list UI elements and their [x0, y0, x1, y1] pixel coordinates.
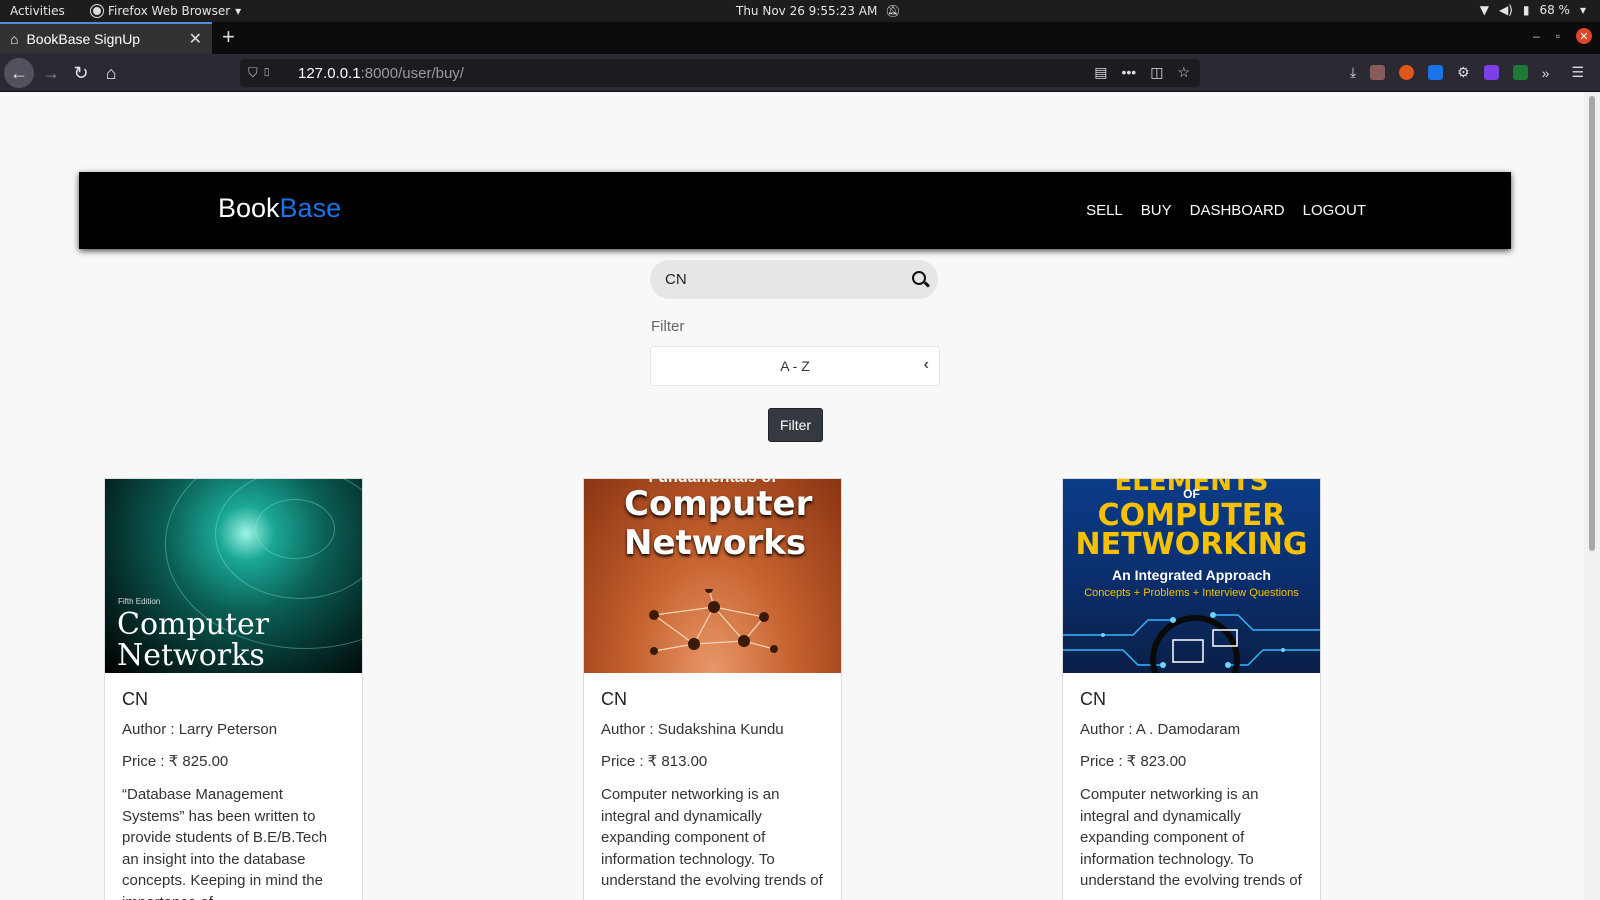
network-graph-illustration	[649, 589, 778, 655]
pocket-icon[interactable]: ◫	[1150, 64, 1163, 81]
cover-title: COMPUTER NETWORKING	[1075, 498, 1308, 562]
search-icon[interactable]	[912, 271, 926, 285]
book-cover-image[interactable]: Fundamentals of Computer Networks	[584, 479, 841, 673]
book-title: CN	[1080, 689, 1106, 709]
url-path: :8000/user/buy/	[360, 64, 464, 82]
book-author: Author : A . Damodaram	[1080, 721, 1241, 738]
overflow-chevrons-icon[interactable]: »	[1542, 65, 1550, 81]
caret-down-icon: ▾	[235, 4, 242, 18]
extension-icon[interactable]: ⚙	[1457, 64, 1470, 81]
nav-buy[interactable]: BUY	[1141, 202, 1172, 219]
home-favicon-icon: ⌂	[10, 31, 19, 47]
scrollbar-thumb[interactable]	[1589, 96, 1595, 551]
wifi-icon: ▼	[1479, 3, 1489, 17]
caret-down-icon: ▾	[1579, 3, 1586, 17]
activities-button[interactable]: Activities	[10, 4, 65, 18]
forward-arrow-icon[interactable]: →	[36, 58, 66, 88]
tab-bookbase[interactable]: ⌂ BookBase SignUp ✕	[0, 22, 212, 54]
cover-subtitle: An Integrated Approach	[1112, 567, 1271, 583]
search-input[interactable]	[665, 271, 885, 288]
volume-icon: ◀)	[1498, 3, 1513, 17]
window-controls: – ▫ ✕	[1533, 28, 1592, 44]
book-card[interactable]: Fifth Edition Computer Networks CN Autho…	[104, 478, 363, 900]
book-cover-image[interactable]: Fifth Edition Computer Networks	[105, 479, 362, 673]
cover-title: Computer Networks	[624, 484, 813, 563]
browser-toolbar: ← → ↻ ⌂ ⛉ ▯ 127.0.0.1 :8000/user/buy/ ▤ …	[0, 54, 1600, 92]
extension-icon[interactable]	[1428, 65, 1444, 80]
extension-icon[interactable]	[1483, 65, 1499, 80]
book-title: CN	[122, 689, 148, 709]
cover-tagline: Concepts + Problems + Interview Question…	[1084, 587, 1299, 599]
book-description: “Database Management Systems” has been w…	[122, 786, 328, 900]
extension-icon[interactable]	[1512, 65, 1528, 80]
back-arrow-icon[interactable]: ←	[4, 58, 34, 88]
chevron-left-icon: ‹	[923, 356, 929, 373]
url-bar[interactable]: ⛉ ▯ 127.0.0.1 :8000/user/buy/ ▤ ••• ◫ ☆	[240, 59, 1200, 87]
extension-icon[interactable]	[1399, 65, 1415, 80]
book-author: Author : Sudakshina Kundu	[601, 721, 784, 738]
book-cover-image[interactable]: ELEMENTS OF COMPUTER NETWORKING An Integ…	[1063, 479, 1320, 673]
search-box	[650, 260, 938, 299]
nav-dashboard[interactable]: DASHBOARD	[1190, 202, 1285, 219]
minimize-icon[interactable]: –	[1533, 29, 1540, 43]
brand-part-1: Book	[218, 193, 280, 223]
bookmark-star-icon[interactable]: ☆	[1177, 64, 1190, 81]
cover-title: Computer Networks	[117, 607, 270, 673]
book-price: Price : ₹ 823.00	[1080, 753, 1187, 770]
more-actions-icon[interactable]: •••	[1121, 64, 1136, 81]
notifications-muted-icon: 🔕︎	[885, 4, 901, 18]
app-menu-label: Firefox Web Browser	[108, 4, 231, 18]
extensions-toolbar: ⤓ ⚙ » ☰	[1350, 64, 1584, 81]
shield-icon[interactable]: ⛉ ▯	[248, 65, 272, 81]
book-card[interactable]: ELEMENTS OF COMPUTER NETWORKING An Integ…	[1062, 478, 1321, 900]
cover-edition: Fifth Edition	[118, 597, 161, 606]
battery-label: 68 %	[1539, 3, 1570, 17]
filter-button[interactable]: Filter	[768, 408, 823, 442]
extension-icon[interactable]	[1370, 65, 1386, 80]
reader-view-icon[interactable]: ▤	[1094, 64, 1107, 81]
close-tab-icon[interactable]: ✕	[189, 29, 202, 49]
hamburger-menu-icon[interactable]: ☰	[1571, 64, 1584, 81]
reload-icon[interactable]: ↻	[66, 58, 96, 88]
downloads-icon[interactable]: ⤓	[1350, 64, 1356, 81]
brand-part-2: Base	[279, 193, 342, 223]
tab-title: BookBase SignUp	[26, 31, 141, 47]
book-description: Computer networking is an integral and d…	[601, 786, 823, 889]
sort-select[interactable]: A - Z ‹	[650, 346, 940, 386]
system-tray[interactable]: ▼ ◀) ▮ 68 % ▾	[1480, 3, 1586, 17]
tab-strip: ⌂ BookBase SignUp ✕ + – ▫ ✕	[0, 22, 1600, 54]
close-window-icon[interactable]: ✕	[1576, 28, 1592, 44]
new-tab-icon[interactable]: +	[222, 24, 235, 50]
book-author: Author : Larry Peterson	[122, 721, 278, 738]
restore-icon[interactable]: ▫	[1556, 29, 1560, 43]
sort-selected-value: A - Z	[780, 358, 810, 374]
app-menu[interactable]: Firefox Web Browser ▾	[91, 4, 241, 18]
system-top-bar: Activities Firefox Web Browser ▾ Thu Nov…	[0, 0, 1600, 22]
page-scrollbar[interactable]	[1584, 92, 1600, 900]
firefox-icon	[91, 5, 103, 17]
filter-label: Filter	[651, 318, 685, 335]
nav-logout[interactable]: LOGOUT	[1303, 202, 1366, 219]
home-icon[interactable]: ⌂	[96, 58, 126, 88]
nav-sell[interactable]: SELL	[1086, 202, 1123, 219]
url-bar-actions: ▤ ••• ◫ ☆	[1094, 64, 1190, 81]
site-nav: SELL BUY DASHBOARD LOGOUT	[1086, 202, 1366, 219]
site-header: BookBase SELL BUY DASHBOARD LOGOUT	[79, 172, 1511, 249]
book-price: Price : ₹ 825.00	[122, 753, 229, 770]
battery-icon: ▮	[1522, 3, 1530, 17]
book-description: Computer networking is an integral and d…	[1080, 786, 1302, 889]
url-host: 127.0.0.1	[298, 64, 361, 82]
book-price: Price : ₹ 813.00	[601, 753, 708, 770]
clock[interactable]: Thu Nov 26 9:55:23 AM 🔕︎	[736, 4, 901, 18]
clock-label: Thu Nov 26 9:55:23 AM	[736, 4, 878, 18]
book-card[interactable]: Fundamentals of Computer Networks CN	[583, 478, 842, 900]
circuit-illustration	[1063, 612, 1320, 673]
site-logo[interactable]: BookBase	[218, 193, 341, 224]
book-title: CN	[601, 689, 627, 709]
page-content: BookBase SELL BUY DASHBOARD LOGOUT Filte…	[0, 92, 1584, 900]
